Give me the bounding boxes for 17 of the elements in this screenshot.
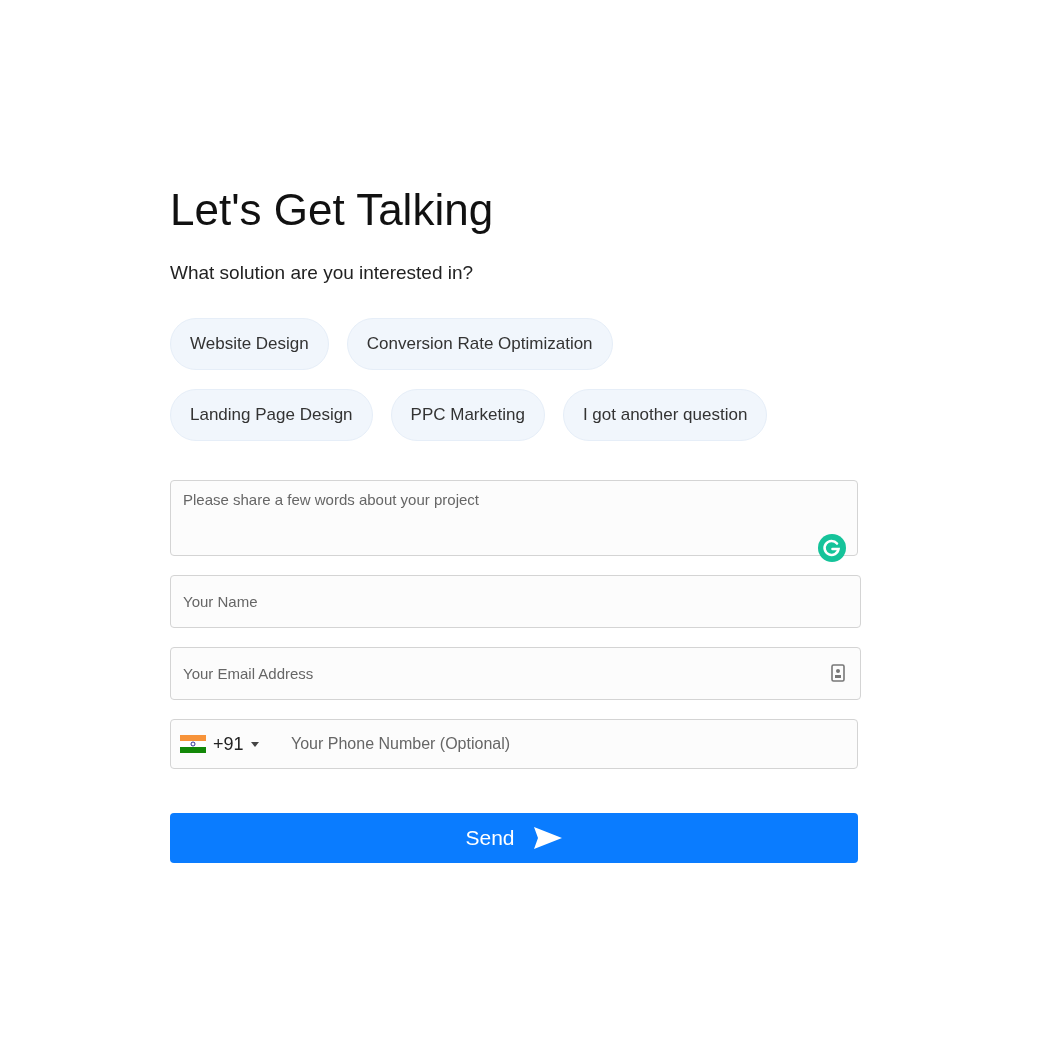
send-icon bbox=[532, 825, 563, 850]
country-code-selector[interactable]: +91 bbox=[180, 730, 259, 758]
option-chip[interactable]: I got another question bbox=[562, 388, 768, 441]
option-chip[interactable]: PPC Marketing bbox=[390, 388, 545, 441]
project-field[interactable]: Please share a few words about your project bbox=[170, 479, 858, 556]
send-button[interactable]: Send bbox=[170, 812, 858, 863]
page-heading: Let's Get Talking bbox=[170, 184, 495, 236]
contact-card-icon[interactable] bbox=[831, 663, 845, 682]
flag-icon bbox=[180, 735, 206, 753]
email-field[interactable]: Your Email Address bbox=[170, 646, 861, 700]
option-chip[interactable]: Landing Page Design bbox=[170, 388, 373, 441]
grammar-assistant-icon[interactable] bbox=[818, 533, 846, 562]
question-text: What solution are you interested in? bbox=[170, 261, 475, 285]
name-field[interactable]: Your Name bbox=[170, 574, 861, 628]
option-chip[interactable]: Website Design bbox=[170, 317, 329, 370]
caret-icon bbox=[250, 741, 259, 747]
option-chip[interactable]: Conversion Rate Optimization bbox=[346, 317, 613, 370]
